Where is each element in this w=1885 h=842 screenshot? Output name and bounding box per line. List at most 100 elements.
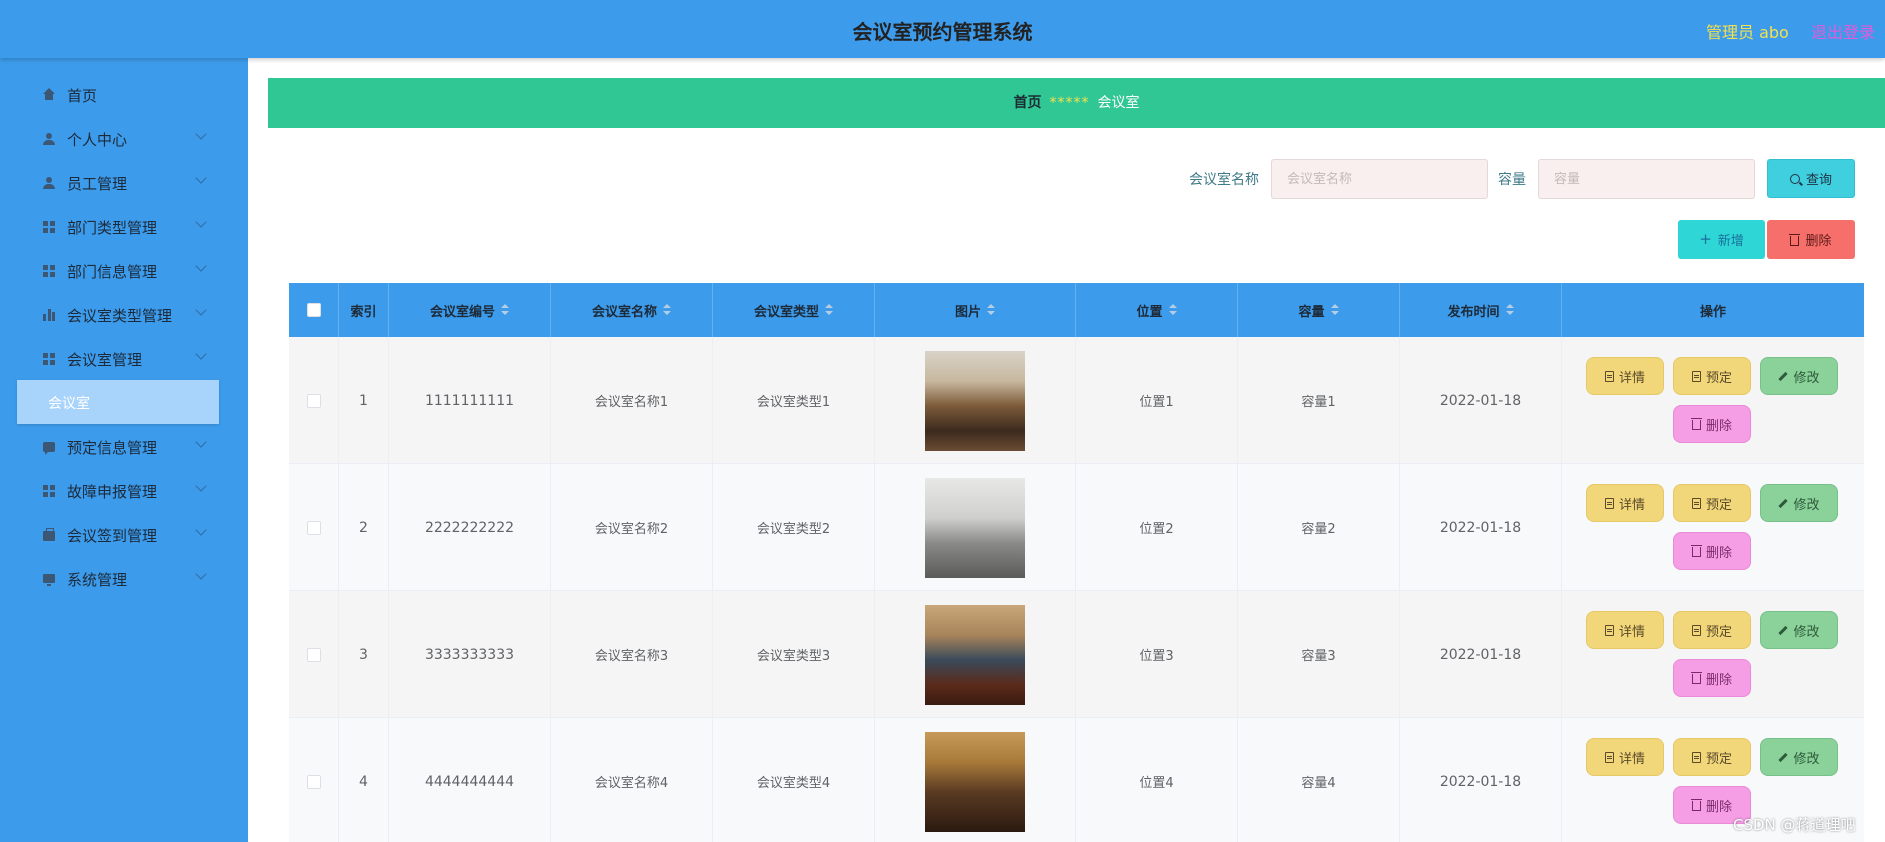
row-checkbox[interactable] bbox=[306, 520, 321, 535]
col-publish-time[interactable]: 发布时间 bbox=[1400, 283, 1562, 337]
sidebar: 首页 个人中心 员工管理 部门类型管理 部门信息管理 会议室类型管理 会议室管理… bbox=[0, 58, 248, 842]
cell-publish-time: 2022-01-18 bbox=[1400, 337, 1562, 464]
cell-location: 位置2 bbox=[1076, 464, 1238, 591]
sidebar-subitem-meeting-room[interactable]: 会议室 bbox=[17, 380, 219, 424]
sidebar-item-room-manage[interactable]: 会议室管理 bbox=[0, 339, 248, 379]
sidebar-item-label: 会议室类型管理 bbox=[67, 307, 173, 325]
sidebar-item-fault[interactable]: 故障申报管理 bbox=[0, 471, 248, 511]
book-button[interactable]: 预定 bbox=[1673, 484, 1751, 522]
room-thumbnail[interactable] bbox=[925, 350, 1025, 451]
detail-button[interactable]: 详情 bbox=[1586, 357, 1664, 395]
delete-button[interactable]: 删除 bbox=[1673, 659, 1751, 697]
sort-icon[interactable] bbox=[987, 304, 995, 316]
sort-icon[interactable] bbox=[825, 304, 833, 316]
document-icon bbox=[1691, 751, 1701, 763]
top-header: 会议室预约管理系统 管理员 abo 退出登录 bbox=[0, 0, 1885, 58]
edit-icon bbox=[1778, 625, 1789, 635]
sidebar-item-label: 故障申报管理 bbox=[67, 483, 158, 501]
select-all-cell bbox=[289, 283, 339, 337]
room-thumbnail[interactable] bbox=[925, 604, 1025, 705]
detail-button[interactable]: 详情 bbox=[1586, 738, 1664, 776]
book-button[interactable]: 预定 bbox=[1673, 611, 1751, 649]
breadcrumb-separator: ***** bbox=[1049, 95, 1090, 111]
cell-type: 会议室类型4 bbox=[713, 718, 875, 842]
book-button[interactable]: 预定 bbox=[1673, 738, 1751, 776]
edit-button[interactable]: 修改 bbox=[1760, 611, 1838, 649]
sidebar-item-checkin[interactable]: 会议签到管理 bbox=[0, 515, 248, 555]
batch-delete-button[interactable]: 删除 bbox=[1767, 220, 1855, 259]
trash-icon bbox=[1789, 233, 1801, 246]
detail-button[interactable]: 详情 bbox=[1586, 611, 1664, 649]
add-button[interactable]: + 新增 bbox=[1678, 220, 1765, 259]
row-checkbox[interactable] bbox=[306, 393, 321, 408]
edit-button[interactable]: 修改 bbox=[1760, 738, 1838, 776]
sidebar-item-system[interactable]: 系统管理 bbox=[0, 559, 248, 599]
search-icon bbox=[1789, 173, 1800, 184]
sidebar-item-staff[interactable]: 员工管理 bbox=[0, 163, 248, 203]
sidebar-item-home[interactable]: 首页 bbox=[0, 75, 248, 115]
room-thumbnail[interactable] bbox=[925, 731, 1025, 832]
row-select-cell bbox=[289, 591, 339, 718]
col-index: 索引 bbox=[339, 283, 389, 337]
edit-button[interactable]: 修改 bbox=[1760, 484, 1838, 522]
document-icon bbox=[1604, 497, 1614, 509]
cell-name: 会议室名称1 bbox=[551, 337, 713, 464]
sort-icon[interactable] bbox=[1168, 304, 1177, 316]
sort-icon[interactable] bbox=[663, 304, 671, 316]
chevron-down-icon bbox=[195, 348, 207, 360]
row-checkbox[interactable] bbox=[306, 647, 321, 662]
trash-icon bbox=[1690, 418, 1702, 430]
cell-index: 1 bbox=[339, 337, 389, 464]
edit-button[interactable]: 修改 bbox=[1760, 357, 1838, 395]
sidebar-subitem-label: 会议室 bbox=[48, 396, 90, 412]
chevron-down-icon bbox=[195, 172, 207, 184]
col-name[interactable]: 会议室名称 bbox=[551, 283, 713, 337]
sort-icon[interactable] bbox=[1330, 304, 1339, 316]
room-thumbnail[interactable] bbox=[925, 477, 1025, 578]
cell-publish-time: 2022-01-18 bbox=[1400, 718, 1562, 842]
cell-capacity: 容量3 bbox=[1238, 591, 1400, 718]
sidebar-item-booking[interactable]: 预定信息管理 bbox=[0, 427, 248, 467]
bar-chart-icon bbox=[42, 308, 56, 322]
breadcrumb-home[interactable]: 首页 bbox=[1014, 95, 1042, 111]
room-name-input[interactable] bbox=[1271, 159, 1488, 199]
sort-icon[interactable] bbox=[501, 304, 509, 316]
cell-location: 位置3 bbox=[1076, 591, 1238, 718]
detail-button[interactable]: 详情 bbox=[1586, 484, 1664, 522]
trash-icon bbox=[1690, 545, 1702, 557]
cell-location: 位置1 bbox=[1076, 337, 1238, 464]
document-icon bbox=[1691, 370, 1701, 382]
delete-button[interactable]: 删除 bbox=[1673, 405, 1751, 443]
cell-index: 3 bbox=[339, 591, 389, 718]
cell-name: 会议室名称2 bbox=[551, 464, 713, 591]
col-code[interactable]: 会议室编号 bbox=[389, 283, 551, 337]
sidebar-item-label: 会议室管理 bbox=[67, 351, 143, 369]
row-checkbox[interactable] bbox=[306, 774, 321, 789]
cell-image bbox=[875, 718, 1076, 842]
capacity-input[interactable] bbox=[1538, 159, 1755, 199]
grid-icon bbox=[42, 264, 56, 278]
select-all-checkbox[interactable] bbox=[306, 303, 321, 317]
sidebar-item-dept-info[interactable]: 部门信息管理 bbox=[0, 251, 248, 291]
book-button[interactable]: 预定 bbox=[1673, 357, 1751, 395]
logout-link[interactable]: 退出登录 bbox=[1811, 19, 1875, 43]
user-icon bbox=[42, 132, 56, 146]
col-type[interactable]: 会议室类型 bbox=[713, 283, 875, 337]
col-image[interactable]: 图片 bbox=[875, 283, 1076, 337]
table-row: 2 2222222222 会议室名称2 会议室类型2 位置2 容量2 2022-… bbox=[289, 464, 1864, 591]
sidebar-item-label: 系统管理 bbox=[67, 571, 128, 589]
sidebar-item-dept-type[interactable]: 部门类型管理 bbox=[0, 207, 248, 247]
sort-icon[interactable] bbox=[1505, 304, 1514, 316]
sidebar-item-personal-center[interactable]: 个人中心 bbox=[0, 119, 248, 159]
col-capacity[interactable]: 容量 bbox=[1238, 283, 1400, 337]
query-button[interactable]: 查询 bbox=[1767, 159, 1855, 198]
col-location[interactable]: 位置 bbox=[1076, 283, 1238, 337]
query-button-label: 查询 bbox=[1805, 173, 1832, 188]
plus-icon: + bbox=[1699, 230, 1712, 248]
sidebar-item-room-type[interactable]: 会议室类型管理 bbox=[0, 295, 248, 335]
user-icon bbox=[42, 176, 56, 190]
document-icon bbox=[1691, 497, 1701, 509]
app-title: 会议室预约管理系统 bbox=[852, 20, 1033, 44]
sidebar-item-label: 部门类型管理 bbox=[67, 219, 158, 237]
delete-button[interactable]: 删除 bbox=[1673, 532, 1751, 570]
